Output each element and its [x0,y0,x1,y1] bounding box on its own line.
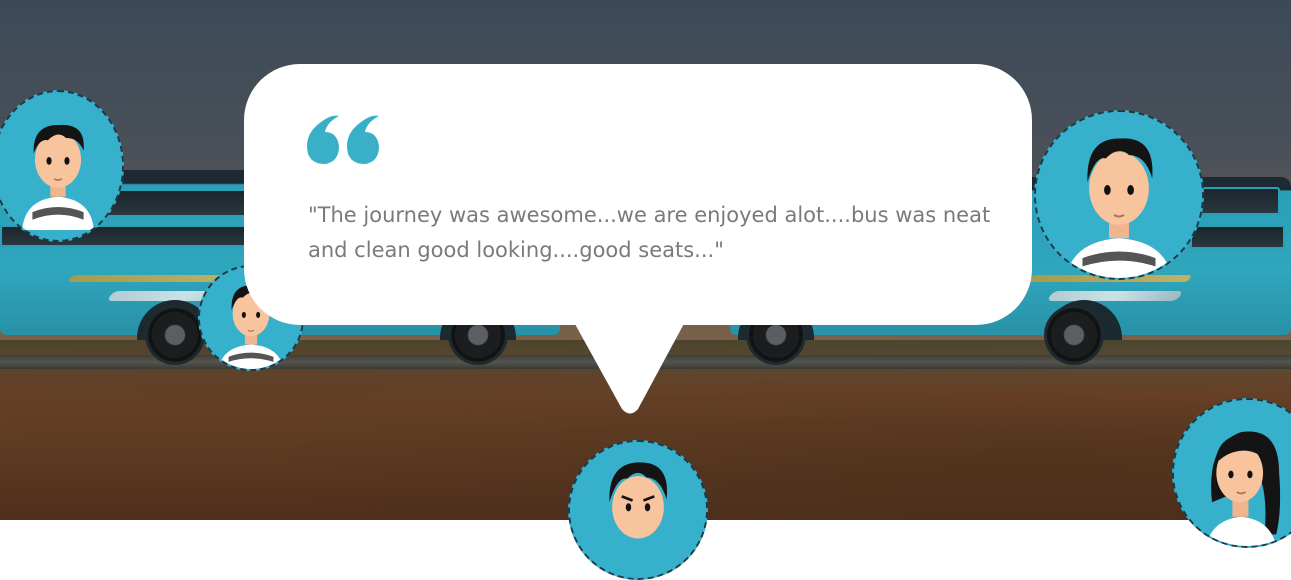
avatar-bottom-center[interactable] [568,440,708,580]
testimonial-bubble [244,64,1032,325]
avatar-top-right[interactable] [1034,110,1204,280]
male-avatar-icon [570,442,706,578]
male-avatar-icon [0,102,122,230]
male-avatar-icon [1036,112,1202,278]
quote-open-icon [305,110,381,172]
female-avatar-icon [1174,400,1291,546]
testimonial-text: "The journey was awesome...we are enjoye… [308,203,991,262]
